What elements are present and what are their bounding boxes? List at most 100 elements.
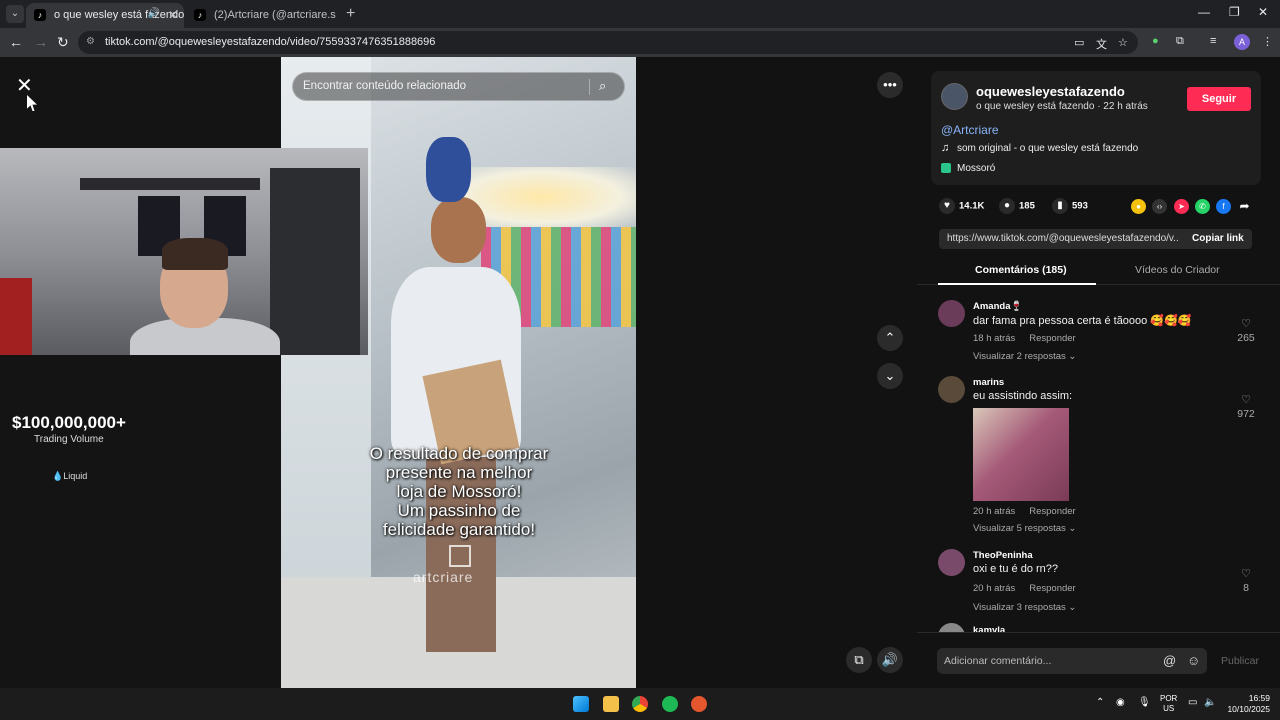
spotify-icon[interactable] [662, 696, 678, 712]
reload-icon[interactable]: ↻ [57, 34, 69, 51]
comment-button[interactable]: ● 185 [999, 198, 1035, 214]
emoji-icon[interactable]: ☺ [1187, 653, 1200, 668]
comment-username[interactable]: kamyla [973, 625, 1005, 632]
tiktok-page: ✕ $100,000,000+ Trading Volume 💧Liquid O… [0, 57, 1280, 688]
comment-image[interactable] [973, 408, 1069, 501]
chrome-icon[interactable] [632, 696, 648, 712]
whatsapp-icon[interactable]: ✆ [1195, 199, 1210, 214]
tab-creator-videos[interactable]: Vídeos do Criador [1135, 264, 1220, 276]
heart-icon: ♥ [939, 198, 955, 214]
ad-brand: 💧Liquid [52, 471, 88, 481]
app-icon[interactable] [691, 696, 707, 712]
ad-label: Trading Volume [34, 434, 104, 445]
reply-button[interactable]: Responder [1029, 333, 1075, 344]
ad-banner[interactable]: $100,000,000+ Trading Volume 💧Liquid [0, 357, 135, 507]
commenter-avatar[interactable] [938, 549, 965, 576]
url-text: tiktok.com/@oquewesleyestafazendo/video/… [105, 36, 436, 48]
share-link-box: https://www.tiktok.com/@oquewesleyestafa… [939, 229, 1252, 249]
close-window-icon[interactable]: ✕ [1258, 5, 1268, 19]
comment-placeholder: Adicionar comentário... [944, 655, 1052, 667]
tab-artcriare[interactable]: ♪ (2)Artcriare (@artcriare.shop) | [186, 3, 336, 28]
address-bar[interactable]: ⚙ tiktok.com/@oquewesleyestafazendo/vide… [78, 31, 1138, 54]
new-tab-icon[interactable]: + [346, 5, 355, 23]
view-replies-button[interactable]: Visualizar 5 respostas ⌄ [973, 523, 1076, 534]
comment-text: dar fama pra pessoa certa é tãoooo 🥰🥰🥰 [973, 315, 1192, 327]
author-subtitle: o que wesley está fazendo · 22 h atrás [976, 101, 1148, 112]
previous-video-icon[interactable]: ⌃ [877, 325, 903, 351]
comment-like-button[interactable]: ♡ 265 [1235, 317, 1257, 344]
mention-at-icon[interactable]: @ [1163, 653, 1176, 668]
heart-outline-icon: ♡ [1241, 394, 1251, 406]
tab-search-button[interactable]: ⌄ [6, 5, 24, 23]
music-link[interactable]: som original - o que wesley está fazendo [957, 143, 1138, 154]
tray-chevron-icon[interactable]: ⌃ [1096, 697, 1104, 708]
related-search-input[interactable]: Encontrar conteúdo relacionado ⌕ [292, 72, 625, 101]
publish-button[interactable]: Publicar [1221, 655, 1259, 667]
close-tab-icon[interactable]: ✕ [168, 8, 178, 22]
location-link[interactable]: Mossoró [957, 163, 995, 174]
coin-icon[interactable]: ● [1131, 199, 1146, 214]
forward-icon[interactable]: → [34, 34, 48, 50]
menu-kebab-icon[interactable]: ⋮ [1262, 35, 1273, 48]
comment-input[interactable]: Adicionar comentário... @ ☺ [937, 648, 1207, 674]
mention-link[interactable]: @Artcriare [941, 123, 999, 137]
view-replies-button[interactable]: Visualizar 3 respostas ⌄ [973, 602, 1076, 613]
share-arrow-icon[interactable]: ➦ [1237, 199, 1252, 214]
tab-tiktok-video[interactable]: ♪ o que wesley está fazendo 🔊 ✕ [26, 3, 184, 28]
extensions-puzzle-icon[interactable]: ⧉ [1176, 35, 1184, 48]
save-button[interactable]: ▮ 593 [1052, 198, 1088, 214]
video-caption: O resultado de comprar presente na melho… [369, 444, 549, 539]
back-icon[interactable]: ← [9, 34, 23, 50]
comment-list: Amanda🍷 dar fama pra pessoa certa é tãoo… [917, 292, 1280, 632]
share-link-text: https://www.tiktok.com/@oquewesleyestafa… [947, 233, 1179, 244]
facebook-icon[interactable]: f [1216, 199, 1231, 214]
comment-username[interactable]: marins [973, 377, 1004, 388]
comment-meta: 18 h atrás Responder [973, 333, 1076, 344]
close-video-icon[interactable]: ✕ [16, 73, 33, 98]
comment-meta: 20 h atrás Responder [973, 506, 1076, 517]
cast-icon[interactable]: ▭ [1074, 36, 1084, 49]
next-video-icon[interactable]: ⌄ [877, 363, 903, 389]
comment-like-button[interactable]: ♡ 8 [1235, 567, 1257, 594]
network-icon[interactable]: ▭ [1188, 697, 1197, 708]
floating-player-icon[interactable]: ⧉ [846, 647, 872, 673]
like-button[interactable]: ♥ 14.1K [939, 198, 984, 214]
commenter-avatar[interactable] [938, 623, 965, 632]
windows-start-icon[interactable] [573, 696, 589, 712]
microphone-icon[interactable]: 🎙 [1138, 697, 1151, 708]
copy-link-button[interactable]: Copiar link [1192, 233, 1244, 244]
embed-icon[interactable]: ‹› [1152, 199, 1167, 214]
audio-icon[interactable]: 🔊 [148, 8, 160, 19]
reading-list-icon[interactable]: ≡ [1210, 35, 1216, 47]
send-icon[interactable]: ➤ [1174, 199, 1189, 214]
extension-icon[interactable]: ● [1152, 35, 1159, 47]
reply-button[interactable]: Responder [1029, 583, 1075, 594]
minimize-icon[interactable]: — [1198, 5, 1210, 19]
comment-like-button[interactable]: ♡ 972 [1235, 393, 1257, 420]
video-person-head [431, 197, 486, 263]
file-explorer-icon[interactable] [603, 696, 619, 712]
commenter-avatar[interactable] [938, 376, 965, 403]
discord-icon[interactable]: ◉ [1116, 697, 1125, 708]
tab-comments[interactable]: Comentários (185) [975, 264, 1067, 276]
volume-tray-icon[interactable]: 🔈 [1204, 697, 1216, 708]
more-options-icon[interactable]: ••• [877, 72, 903, 98]
restore-icon[interactable]: ❐ [1229, 5, 1240, 19]
author-avatar[interactable] [941, 83, 968, 110]
comment-username[interactable]: TheoPeninha [973, 550, 1033, 561]
reply-button[interactable]: Responder [1029, 506, 1075, 517]
comment-username[interactable]: Amanda🍷 [973, 301, 1022, 312]
webcam-person-hair [162, 238, 228, 270]
search-icon[interactable]: ⌕ [599, 78, 606, 94]
translate-icon[interactable]: 文 [1096, 36, 1107, 52]
site-info-icon[interactable]: ⚙ [86, 36, 95, 47]
system-clock[interactable]: 16:59 10/10/2025 [1226, 693, 1270, 715]
follow-button[interactable]: Seguir [1187, 87, 1251, 111]
language-indicator[interactable]: POR US [1160, 694, 1177, 714]
commenter-avatar[interactable] [938, 300, 965, 327]
author-username[interactable]: oquewesleyestafazendo [976, 84, 1125, 99]
view-replies-button[interactable]: Visualizar 2 respostas ⌄ [973, 351, 1076, 362]
bookmark-star-icon[interactable]: ☆ [1118, 36, 1128, 49]
volume-icon[interactable]: 🔊 [877, 647, 903, 673]
profile-avatar[interactable]: A [1234, 34, 1250, 50]
